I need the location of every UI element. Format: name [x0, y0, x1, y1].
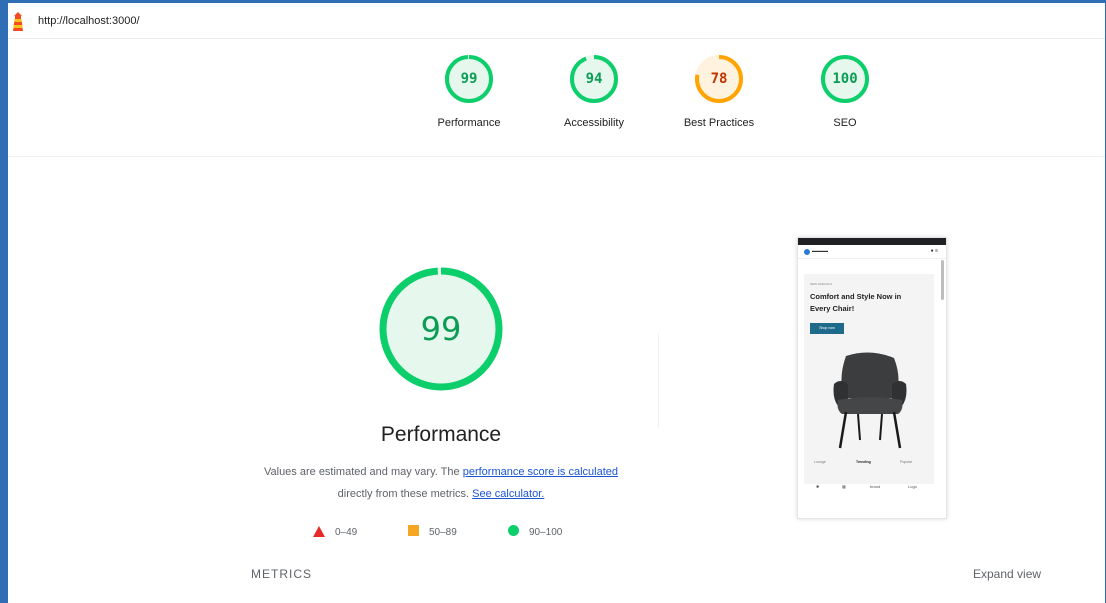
performance-score-gauge: 99	[376, 264, 506, 394]
screenshot-logo: ▦	[842, 484, 846, 489]
screenshot-menu-icon: ● ≡	[930, 248, 938, 254]
score-legend: 0–49 50–89 90–100	[308, 525, 608, 541]
section-divider	[658, 333, 659, 428]
legend-average: 50–89	[408, 525, 457, 541]
screenshot-logo: brand	[870, 484, 881, 489]
screenshot-scrollbar	[941, 260, 944, 300]
legend-fail-range: 0–49	[335, 527, 358, 538]
legend-pass-range: 90–100	[529, 527, 563, 538]
gauge-best-practices[interactable]: 78 Best Practices	[664, 53, 774, 129]
performance-description: Values are estimated and may vary. The p…	[258, 461, 624, 505]
legend-fail: 0–49	[313, 525, 357, 541]
screenshot-kicker: NEW ARRIVALS	[810, 282, 833, 286]
screenshot-logo: ✱	[816, 484, 820, 489]
gauge-accessibility-label: Accessibility	[564, 117, 624, 129]
screenshot-shop-button: Shop now	[810, 323, 844, 334]
square-icon	[408, 525, 419, 536]
performance-score-link[interactable]: performance score is calculated	[463, 466, 618, 478]
legend-average-range: 50–89	[429, 527, 457, 538]
circle-icon	[508, 525, 519, 536]
report-topbar: http://localhost:3000/	[8, 3, 1105, 39]
report-url[interactable]: http://localhost:3000/	[38, 15, 140, 27]
triangle-icon	[313, 526, 325, 537]
screenshot-navbar: ▬▬▬▬ ● ≡	[798, 245, 946, 259]
gauge-seo-score: 100	[832, 71, 858, 87]
screenshot-logo-icon	[804, 249, 810, 255]
screenshot-tab: Popular	[900, 460, 913, 464]
gauge-performance-score: 99	[460, 71, 478, 87]
performance-score-value: 99	[420, 310, 462, 348]
gauge-best-practices-score: 78	[710, 71, 728, 87]
desc-prefix: Values are estimated and may vary. The	[263, 466, 463, 478]
screenshot-tab: Trending	[856, 460, 871, 464]
see-calculator-link[interactable]: See calculator.	[472, 488, 544, 500]
screenshot-brand: ▬▬▬▬	[812, 248, 828, 253]
final-screenshot[interactable]: ▬▬▬▬ ● ≡ NEW ARRIVALS Comfort and Style …	[797, 237, 947, 519]
desc-middle: directly from these metrics.	[337, 488, 473, 500]
report-window: http://localhost:3000/ 99 Performance 94…	[8, 3, 1105, 603]
gauge-accessibility[interactable]: 94 Accessibility	[539, 53, 649, 129]
screenshot-hero: NEW ARRIVALS Comfort and Style Now in Ev…	[804, 274, 934, 484]
screenshot-logo: Logo	[908, 484, 917, 489]
screenshot-tab: Lounge	[814, 460, 826, 464]
expand-view-toggle[interactable]: Expand view	[973, 567, 1041, 581]
gauge-seo-label: SEO	[833, 117, 857, 129]
lighthouse-icon	[13, 12, 23, 31]
legend-pass: 90–100	[508, 525, 562, 541]
screenshot-status-bar	[798, 238, 946, 245]
category-gauges: 99 Performance 94 Accessibility 78 Best …	[8, 39, 1105, 157]
performance-title: Performance	[380, 423, 502, 446]
gauge-accessibility-score: 94	[585, 71, 603, 87]
gauge-performance-label: Performance	[437, 117, 501, 129]
screenshot-headline: Comfort and Style Now in Every Chair!	[810, 292, 902, 313]
gauge-seo[interactable]: 100 SEO	[790, 53, 900, 129]
chair-image	[833, 352, 907, 449]
gauge-performance[interactable]: 99 Performance	[414, 53, 524, 129]
gauge-best-practices-label: Best Practices	[683, 117, 755, 129]
metrics-heading: METRICS	[251, 567, 312, 581]
